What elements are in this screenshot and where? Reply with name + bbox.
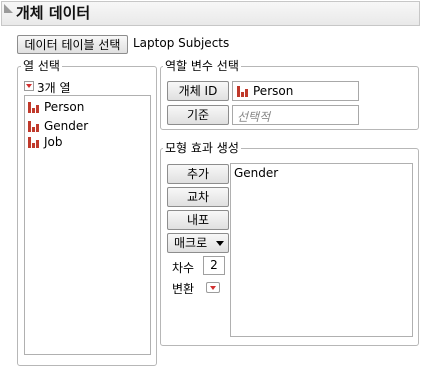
subject-id-field[interactable]: Person — [232, 81, 359, 101]
basis-placeholder: 선택적 — [237, 110, 271, 124]
nominal-column-icon — [28, 120, 39, 132]
role-variables-legend: 역할 변수 선택 — [163, 59, 241, 73]
column-filter-dropdown-icon[interactable] — [24, 81, 34, 91]
basis-button[interactable]: 기준 — [167, 105, 229, 125]
nominal-column-icon — [237, 85, 248, 97]
column-name: Job — [44, 135, 63, 149]
table-name-label: Laptop Subjects — [133, 36, 230, 50]
nominal-column-icon — [28, 101, 39, 113]
model-effects-list[interactable]: Gender — [230, 163, 413, 337]
subject-id-value: Person — [253, 84, 294, 98]
add-button[interactable]: 추가 — [167, 164, 229, 184]
chevron-down-icon — [216, 241, 224, 246]
model-effects-legend: 모형 효과 생성 — [163, 141, 241, 155]
column-list[interactable]: Person Gender Job — [24, 95, 151, 355]
degree-field[interactable]: 2 — [203, 256, 225, 275]
subject-id-button[interactable]: 개체 ID — [167, 81, 229, 101]
degree-label: 차수 — [172, 261, 195, 275]
collapse-triangle-icon[interactable] — [4, 4, 13, 13]
page-title: 개체 데이터 — [16, 4, 91, 22]
nominal-column-icon — [28, 136, 39, 148]
column-name: Gender — [44, 119, 89, 133]
column-selection-legend: 열 선택 — [21, 59, 62, 73]
basis-field[interactable]: 선택적 — [232, 105, 359, 125]
nest-button[interactable]: 내포 — [167, 210, 229, 230]
list-item[interactable]: Job — [28, 134, 63, 150]
transform-dropdown-icon[interactable] — [206, 282, 220, 293]
list-item[interactable]: Person — [28, 99, 84, 115]
cross-button[interactable]: 교차 — [167, 187, 229, 207]
transform-label: 변환 — [172, 282, 195, 296]
list-item[interactable]: Gender — [234, 166, 278, 180]
select-data-table-button[interactable]: 데이터 테이블 선택 — [17, 35, 128, 54]
column-name: Person — [44, 100, 85, 114]
macros-label: 매크로 — [174, 236, 208, 250]
column-count-label: 3개 열 — [37, 81, 71, 95]
macros-button[interactable]: 매크로 — [167, 233, 229, 253]
list-item[interactable]: Gender — [28, 118, 88, 134]
